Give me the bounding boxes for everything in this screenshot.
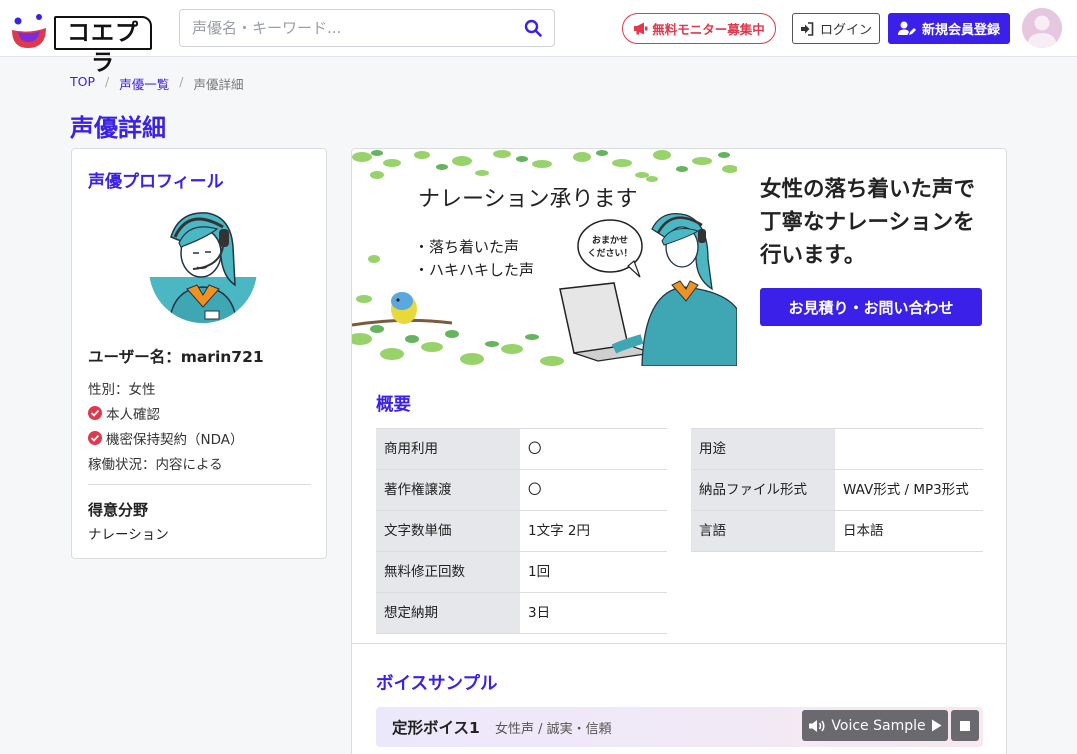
section-divider xyxy=(352,643,1006,644)
specialty-value: ナレーション xyxy=(88,527,169,543)
table-key: 納品ファイル形式 xyxy=(691,469,835,511)
gender-label: 性別：女性 xyxy=(88,382,156,398)
table-key: 無料修正回数 xyxy=(376,551,520,593)
table-row: 想定納期 3日 xyxy=(376,592,667,634)
table-row: 文字数単価 1文字 2円 xyxy=(376,510,667,552)
stop-icon xyxy=(960,720,970,731)
free-monitor-button[interactable]: 無料モニター募集中 xyxy=(622,13,776,44)
avatar-icon xyxy=(1022,8,1062,48)
table-row: 商用利用 〇 xyxy=(376,428,667,470)
specialty-heading: 得意分野 xyxy=(88,501,149,519)
page-title: 声優詳細 xyxy=(70,114,166,142)
voice-sample-heading: ボイスサンプル xyxy=(376,674,498,694)
table-value: 〇 xyxy=(520,428,667,470)
breadcrumb: TOP / 声優一覧 / 声優詳細 xyxy=(70,74,243,93)
login-button[interactable]: ログイン xyxy=(792,13,880,44)
voice-sample-tags: 女性声 / 誠実・信頼 xyxy=(495,722,612,737)
table-key: 文字数単価 xyxy=(376,510,520,552)
register-button[interactable]: 新規会員登録 xyxy=(888,13,1010,44)
breadcrumb-top[interactable]: TOP xyxy=(70,74,95,93)
contact-button[interactable]: お見積り・お問い合わせ xyxy=(760,288,982,326)
catch-copy: 女性の落ち着いた声で丁寧なナレーションを行います。 xyxy=(760,177,976,268)
login-label: ログイン xyxy=(819,23,872,38)
speaker-icon xyxy=(809,719,825,732)
bubble-line1: おまかせ xyxy=(592,235,628,246)
profile-avatar xyxy=(149,212,257,323)
table-key: 著作権譲渡 xyxy=(376,469,520,511)
logo-text: コエプラ xyxy=(54,16,152,76)
table-row: 無料修正回数 1回 xyxy=(376,551,667,593)
check-circle-icon xyxy=(88,431,102,445)
play-icon xyxy=(931,719,942,732)
identity-label: 本人確認 xyxy=(106,407,160,423)
voice-sample-row: 定形ボイス1 女性声 / 誠実・信頼 Voice Sample xyxy=(376,707,983,747)
voice-stop-button[interactable] xyxy=(951,710,979,741)
status-label: 稼働状況：内容による xyxy=(88,457,223,473)
table-value: 3日 xyxy=(520,592,667,634)
detail-card: ナレーション承ります ・落ち着いた声 ・ハキハキした声 おまかせ ください！ 女… xyxy=(351,148,1007,754)
user-edit-icon xyxy=(897,21,916,35)
table-key: 用途 xyxy=(691,428,835,470)
search-input[interactable] xyxy=(180,10,510,46)
table-value: 〇 xyxy=(520,469,667,511)
table-value xyxy=(835,428,983,470)
profile-card: 声優プロフィール ユーザー名：marin721 性別：女性 本人確認 機密保持契… xyxy=(71,148,327,559)
login-icon xyxy=(800,21,814,36)
search-icon[interactable] xyxy=(524,19,542,37)
table-key: 言語 xyxy=(691,510,835,552)
nda-label: 機密保持契約（NDA） xyxy=(106,432,244,448)
register-label: 新規会員登録 xyxy=(921,23,1000,38)
site-header: コエプラ 無料モニター募集中 ログイン 新規会員登録 xyxy=(0,0,1077,76)
table-row: 用途 xyxy=(691,428,983,470)
overview-heading: 概要 xyxy=(376,395,411,415)
bubble-line2: ください！ xyxy=(587,248,632,259)
breadcrumb-current: 声優詳細 xyxy=(193,77,244,92)
free-monitor-label: 無料モニター募集中 xyxy=(652,22,765,37)
site-logo[interactable]: コエプラ xyxy=(10,8,152,76)
table-value: WAV形式 / MP3形式 xyxy=(835,469,983,511)
table-row: 納品ファイル形式 WAV形式 / MP3形式 xyxy=(691,469,983,511)
table-key: 想定納期 xyxy=(376,592,520,634)
voice-play-button[interactable]: Voice Sample xyxy=(802,710,948,741)
table-value: 1文字 2円 xyxy=(520,510,667,552)
search-box[interactable] xyxy=(179,9,555,47)
table-key: 商用利用 xyxy=(376,428,520,470)
overview-table-left: 商用利用 〇 著作権譲渡 〇 文字数単価 1文字 2円 無料修正回数 1回 想定… xyxy=(376,428,667,634)
banner-line2: ・ハキハキした声 xyxy=(414,261,534,279)
table-value: 日本語 xyxy=(835,510,983,552)
table-row: 著作権譲渡 〇 xyxy=(376,469,667,511)
banner-line1: ・落ち着いた声 xyxy=(414,238,519,256)
divider xyxy=(88,484,311,485)
breadcrumb-separator: / xyxy=(179,74,184,89)
overview-table-right: 用途 納品ファイル形式 WAV形式 / MP3形式 言語 日本語 xyxy=(691,428,983,552)
user-avatar[interactable] xyxy=(1022,8,1062,48)
identity-verified: 本人確認 xyxy=(88,403,160,423)
breadcrumb-separator: / xyxy=(105,74,110,89)
breadcrumb-voice-actor-list[interactable]: 声優一覧 xyxy=(119,74,169,93)
username: ユーザー名：marin721 xyxy=(88,348,264,366)
banner-title: ナレーション承ります xyxy=(418,187,638,212)
banner-illustration: ナレーション承ります ・落ち着いた声 ・ハキハキした声 おまかせ ください！ xyxy=(352,149,737,366)
voice-player-label: Voice Sample xyxy=(831,717,926,734)
logo-face-icon xyxy=(12,14,46,48)
voice-sample-title: 定形ボイス1 xyxy=(392,719,480,737)
status-text: 稼働状況：内容による xyxy=(88,453,223,473)
megaphone-icon xyxy=(634,22,648,35)
banner-image: ナレーション承ります ・落ち着いた声 ・ハキハキした声 おまかせ ください！ xyxy=(352,149,737,366)
check-circle-icon xyxy=(88,406,102,420)
table-value: 1回 xyxy=(520,551,667,593)
gender-text: 性別：女性 xyxy=(88,378,156,398)
table-row: 言語 日本語 xyxy=(691,510,983,552)
profile-heading: 声優プロフィール xyxy=(88,172,224,192)
nda-signed: 機密保持契約（NDA） xyxy=(88,428,244,448)
